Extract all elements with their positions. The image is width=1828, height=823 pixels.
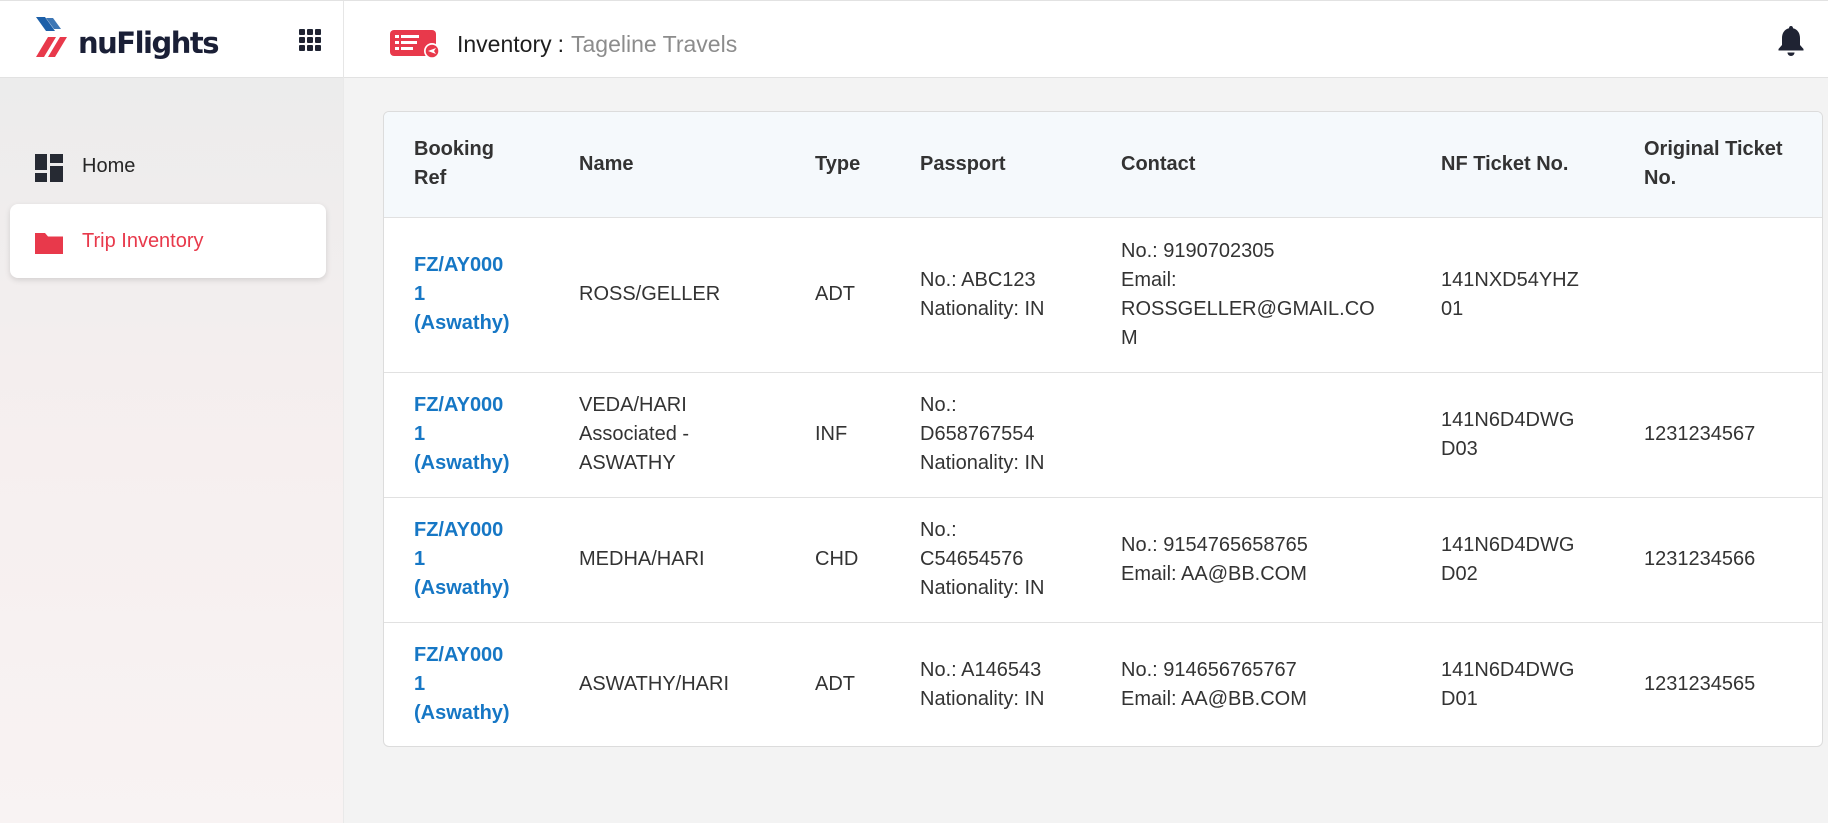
brand-area: nuFlights xyxy=(0,1,344,78)
inventory-table-card: Booking Ref Name Type Passport Contact N… xyxy=(383,111,1823,747)
page-title-agency: Tageline Travels xyxy=(571,31,738,57)
table-row: FZ/AY000 1 (Aswathy) VEDA/HARI Associate… xyxy=(384,371,1822,497)
original-ticket-number xyxy=(1644,216,1822,372)
sidebar-item-label: Home xyxy=(82,155,136,177)
original-ticket-number: 1231234567 xyxy=(1644,371,1822,497)
booking-ref-link[interactable]: FZ/AY000 1 (Aswathy) xyxy=(384,371,579,497)
passport-info: No.: D658767554 Nationality: IN xyxy=(920,371,1121,497)
passenger-type: INF xyxy=(815,371,920,497)
original-ticket-number: 1231234565 xyxy=(1644,621,1822,746)
booking-ref-link[interactable]: FZ/AY000 1 (Aswathy) xyxy=(384,621,579,746)
column-header-nf-ticket[interactable]: NF Ticket No. xyxy=(1441,112,1644,217)
contact-info: No.: 914656765767 Email: AA@BB.COM xyxy=(1121,621,1441,746)
nf-ticket-number: 141N6D4DWG D01 xyxy=(1441,621,1644,746)
sidebar-item-label: Trip Inventory xyxy=(82,230,204,252)
passenger-type: ADT xyxy=(815,621,920,746)
column-header-original-ticket[interactable]: Original Ticket No. xyxy=(1644,112,1822,217)
page-title: Inventory: Tageline Travels xyxy=(457,31,737,58)
apps-grid-icon[interactable] xyxy=(299,29,321,51)
passenger-name: MEDHA/HARI xyxy=(579,496,815,622)
passenger-type: ADT xyxy=(815,216,920,372)
sidebar-item-home[interactable]: Home xyxy=(10,129,326,203)
bell-icon[interactable] xyxy=(1777,24,1805,57)
nf-ticket-number: 141N6D4DWG D03 xyxy=(1441,371,1644,497)
original-ticket-number: 1231234566 xyxy=(1644,496,1822,622)
column-header-contact[interactable]: Contact xyxy=(1121,112,1441,217)
passport-info: No.: C54654576 Nationality: IN xyxy=(920,496,1121,622)
passenger-name: VEDA/HARI Associated - ASWATHY xyxy=(579,371,815,497)
contact-info: No.: 9190702305 Email: ROSSGELLER@GMAIL.… xyxy=(1121,216,1441,372)
brand-name[interactable]: nuFlights xyxy=(78,26,220,60)
ticket-icon xyxy=(390,30,440,59)
passenger-type: CHD xyxy=(815,496,920,622)
nf-ticket-number: 141NXD54YHZ 01 xyxy=(1441,216,1644,372)
dashboard-icon xyxy=(35,154,63,182)
booking-ref-link[interactable]: FZ/AY000 1 (Aswathy) xyxy=(384,496,579,622)
column-header-passport[interactable]: Passport xyxy=(920,112,1121,217)
nf-ticket-number: 141N6D4DWG D02 xyxy=(1441,496,1644,622)
folder-icon xyxy=(35,233,63,254)
page-title-main: Inventory xyxy=(457,31,552,57)
passport-info: No.: ABC123 Nationality: IN xyxy=(920,216,1121,372)
table-header-row: Booking Ref Name Type Passport Contact N… xyxy=(384,112,1822,217)
inventory-table: Booking Ref Name Type Passport Contact N… xyxy=(384,112,1822,746)
booking-ref-link[interactable]: FZ/AY000 1 (Aswathy) xyxy=(384,216,579,372)
passport-info: No.: A146543 Nationality: IN xyxy=(920,621,1121,746)
table-row: FZ/AY000 1 (Aswathy) ROSS/GELLER ADT No.… xyxy=(384,216,1822,372)
sidebar: Home Trip Inventory xyxy=(0,78,344,823)
table-row: FZ/AY000 1 (Aswathy) MEDHA/HARI CHD No.:… xyxy=(384,496,1822,622)
top-header: nuFlights Inventory: Tageline Travels xyxy=(0,0,1828,78)
passenger-name: ASWATHY/HARI xyxy=(579,621,815,746)
contact-info: No.: 9154765658765 Email: AA@BB.COM xyxy=(1121,496,1441,622)
column-header-booking-ref[interactable]: Booking Ref xyxy=(384,112,579,217)
nuflights-logo-icon[interactable] xyxy=(34,15,78,59)
page-title-separator: : xyxy=(557,31,564,57)
column-header-name[interactable]: Name xyxy=(579,112,815,217)
passenger-name: ROSS/GELLER xyxy=(579,216,815,372)
sidebar-item-trip-inventory[interactable]: Trip Inventory xyxy=(10,204,326,278)
column-header-type[interactable]: Type xyxy=(815,112,920,217)
contact-info xyxy=(1121,371,1441,497)
table-row: FZ/AY000 1 (Aswathy) ASWATHY/HARI ADT No… xyxy=(384,621,1822,746)
